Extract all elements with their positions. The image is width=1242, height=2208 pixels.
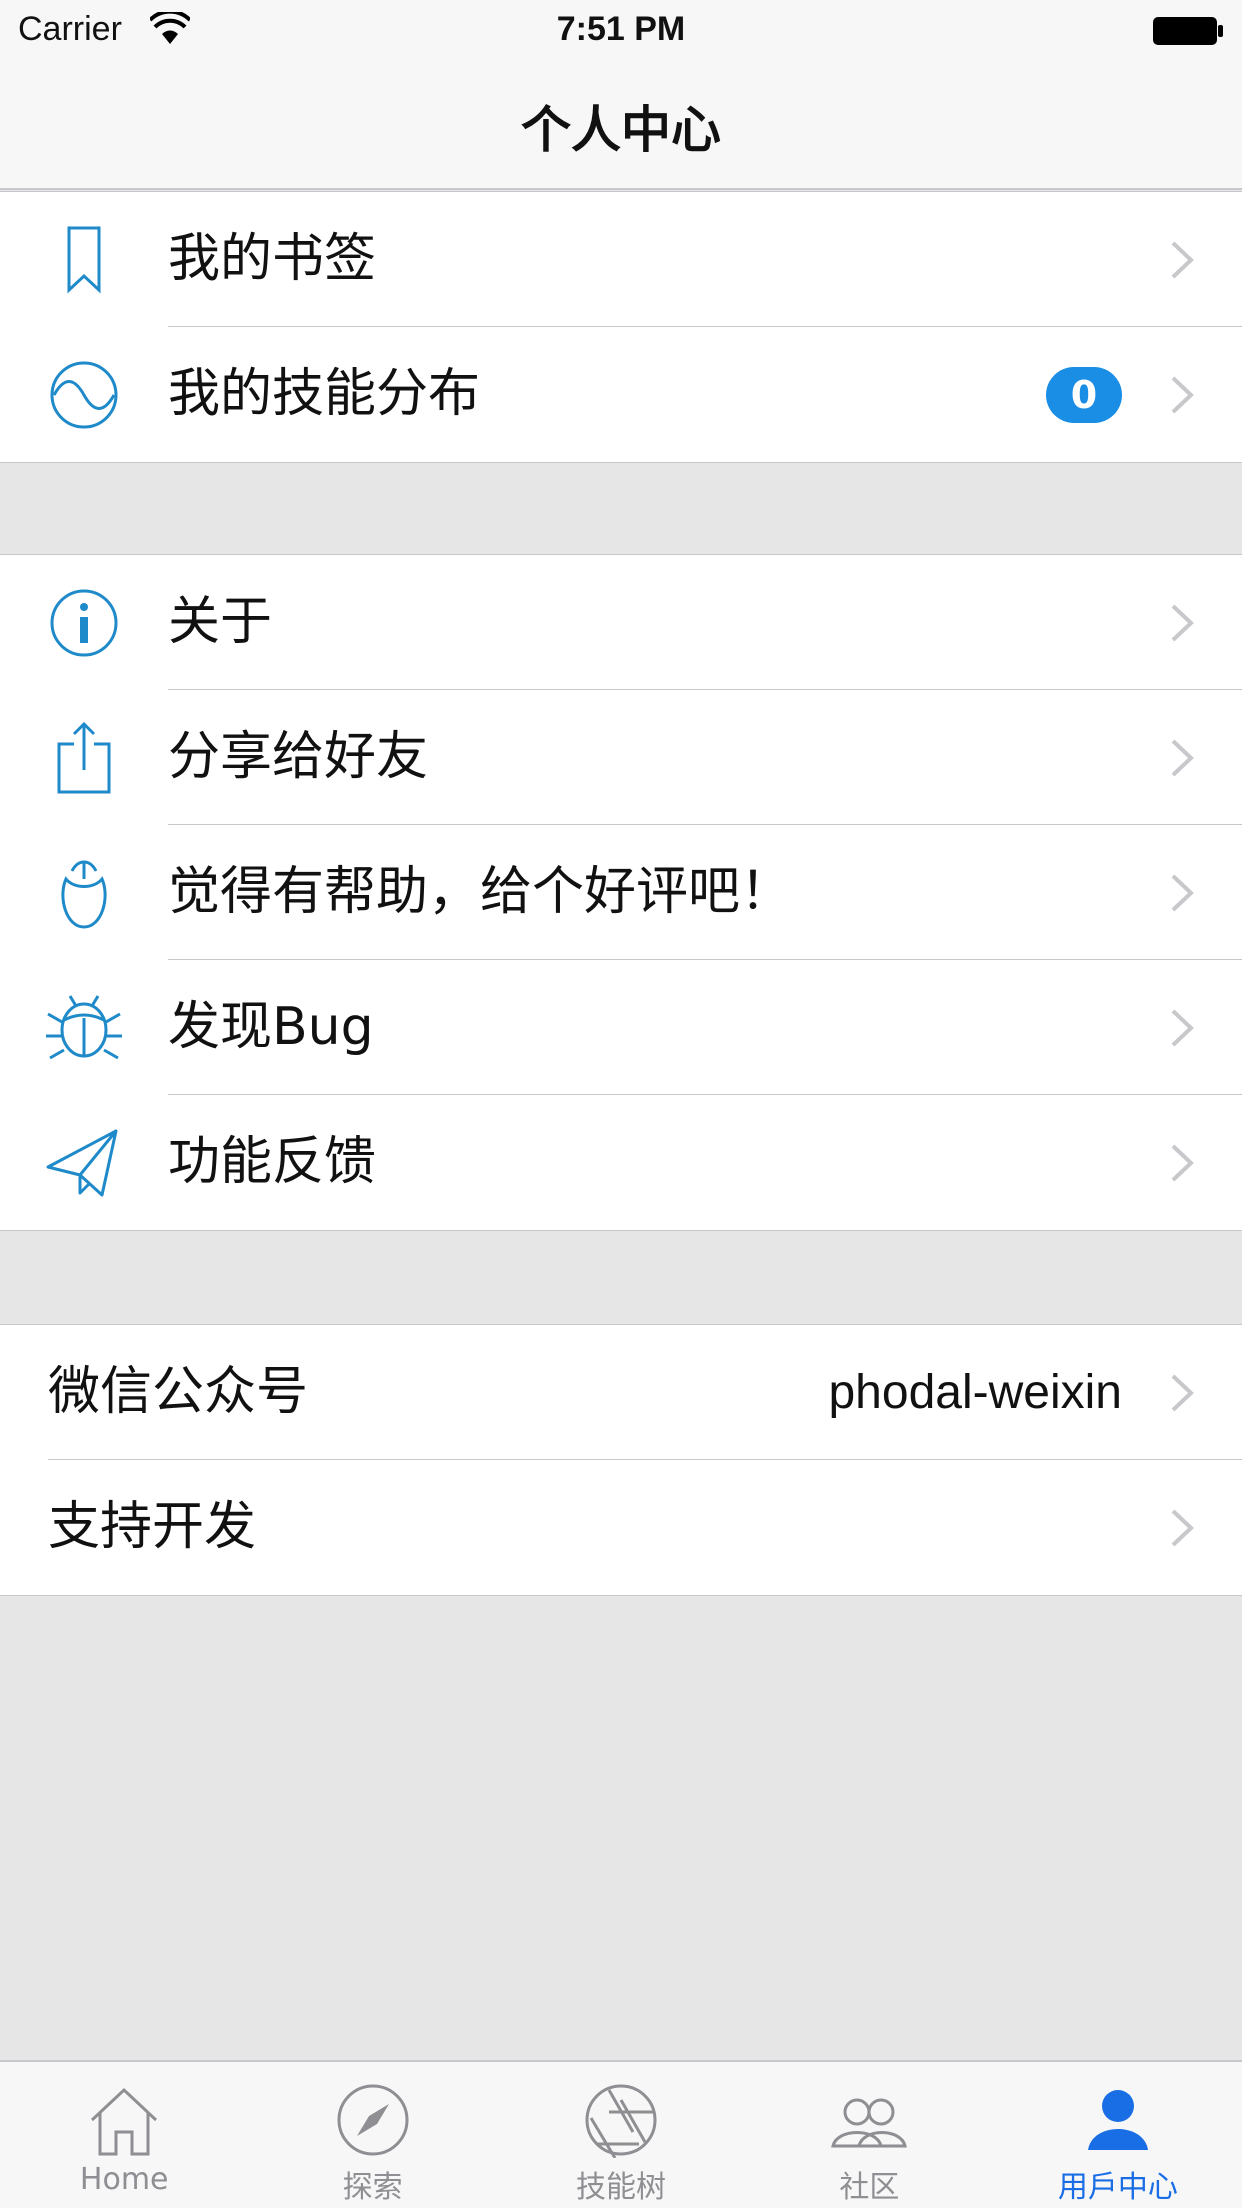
about-label: 关于: [168, 592, 273, 652]
chevron-right-icon: [1171, 739, 1194, 777]
chevron-right-icon: [1171, 376, 1194, 414]
flower-icon: [61, 860, 107, 929]
wave-icon: [50, 361, 118, 429]
group-support: 微信公众号 phodal-weixin 支持开发: [0, 1324, 1242, 1596]
compass-icon: [337, 2084, 409, 2156]
tab-community[interactable]: 社区: [745, 2062, 993, 2208]
wechat-account-row[interactable]: 微信公众号 phodal-weixin: [0, 1325, 1242, 1460]
about-row[interactable]: 关于: [0, 555, 1242, 690]
tab-home-label: Home: [79, 2162, 169, 2197]
report-bug-label: 发现Bug: [168, 997, 374, 1057]
share-row[interactable]: 分享给好友: [0, 690, 1242, 825]
bookmarks-row[interactable]: 我的书签: [0, 192, 1242, 327]
tab-user-center[interactable]: 用戶中心: [994, 2062, 1242, 2208]
tab-explore-label: 探索: [342, 2170, 403, 2205]
wechat-account-value: phodal-weixin: [828, 1366, 1122, 1419]
support-development-row[interactable]: 支持开发: [0, 1460, 1242, 1595]
feedback-label: 功能反馈: [168, 1132, 377, 1192]
support-development-label: 支持开发: [48, 1497, 257, 1557]
bookmark-icon: [67, 226, 101, 294]
bookmarks-label: 我的书签: [168, 229, 377, 289]
tab-bar: Home 探索 技能树 社区 用戶中心: [0, 2060, 1242, 2208]
tab-explore[interactable]: 探索: [248, 2062, 496, 2208]
status-bar: Carrier 7:51 PM: [0, 0, 1242, 60]
tab-skill-tree[interactable]: 技能树: [497, 2062, 745, 2208]
user-icon: [1087, 2090, 1148, 2150]
chevron-right-icon: [1171, 874, 1194, 912]
rate-app-row[interactable]: 觉得有帮助，给个好评吧！: [0, 825, 1242, 960]
navigation-bar: 个人中心: [0, 60, 1242, 190]
tab-home[interactable]: Home: [0, 2062, 248, 2208]
battery-icon: [1153, 17, 1223, 45]
chevron-right-icon: [1171, 1509, 1194, 1547]
share-icon: [57, 722, 111, 794]
info-icon: [50, 589, 118, 657]
count-badge: 0: [1046, 367, 1122, 423]
chevron-right-icon: [1171, 241, 1194, 279]
group-personal: 我的书签 我的技能分布 0: [0, 191, 1242, 463]
paper-plane-icon: [46, 1129, 118, 1197]
chevron-right-icon: [1171, 604, 1194, 642]
wechat-account-label: 微信公众号: [48, 1362, 309, 1422]
group-about: 关于 分享给好友 觉得有帮助，给个好评吧！ 发现Bug 功能反馈: [0, 554, 1242, 1231]
skill-distribution-row[interactable]: 我的技能分布 0: [0, 327, 1242, 462]
page-title: 个人中心: [521, 101, 721, 159]
aperture-icon: [585, 2084, 657, 2158]
tab-skill-tree-label: 技能树: [576, 2170, 667, 2205]
report-bug-row[interactable]: 发现Bug: [0, 960, 1242, 1095]
clock: 7:51 PM: [556, 10, 686, 48]
bug-icon: [46, 995, 122, 1060]
feedback-row[interactable]: 功能反馈: [0, 1095, 1242, 1230]
tab-user-center-label: 用戶中心: [1057, 2170, 1178, 2205]
chevron-right-icon: [1171, 1374, 1194, 1412]
chevron-right-icon: [1171, 1144, 1194, 1182]
home-icon: [91, 2087, 158, 2156]
share-label: 分享给好友: [168, 727, 429, 787]
community-icon: [831, 2098, 908, 2148]
chevron-right-icon: [1171, 1009, 1194, 1047]
tab-community-label: 社区: [839, 2170, 900, 2205]
skill-distribution-label: 我的技能分布: [168, 364, 481, 424]
rate-app-label: 觉得有帮助，给个好评吧！: [168, 862, 793, 922]
